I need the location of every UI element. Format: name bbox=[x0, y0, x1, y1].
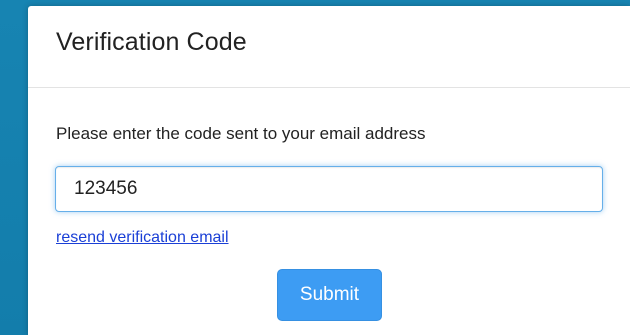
verification-dialog: Verification Code Please enter the code … bbox=[28, 6, 630, 335]
dialog-header: Verification Code bbox=[28, 6, 630, 88]
submit-button[interactable]: Submit bbox=[277, 269, 382, 321]
resend-verification-link[interactable]: resend verification email bbox=[56, 229, 229, 247]
instruction-text: Please enter the code sent to your email… bbox=[56, 124, 426, 143]
dialog-title: Verification Code bbox=[56, 28, 247, 56]
verification-code-input[interactable] bbox=[55, 166, 603, 212]
